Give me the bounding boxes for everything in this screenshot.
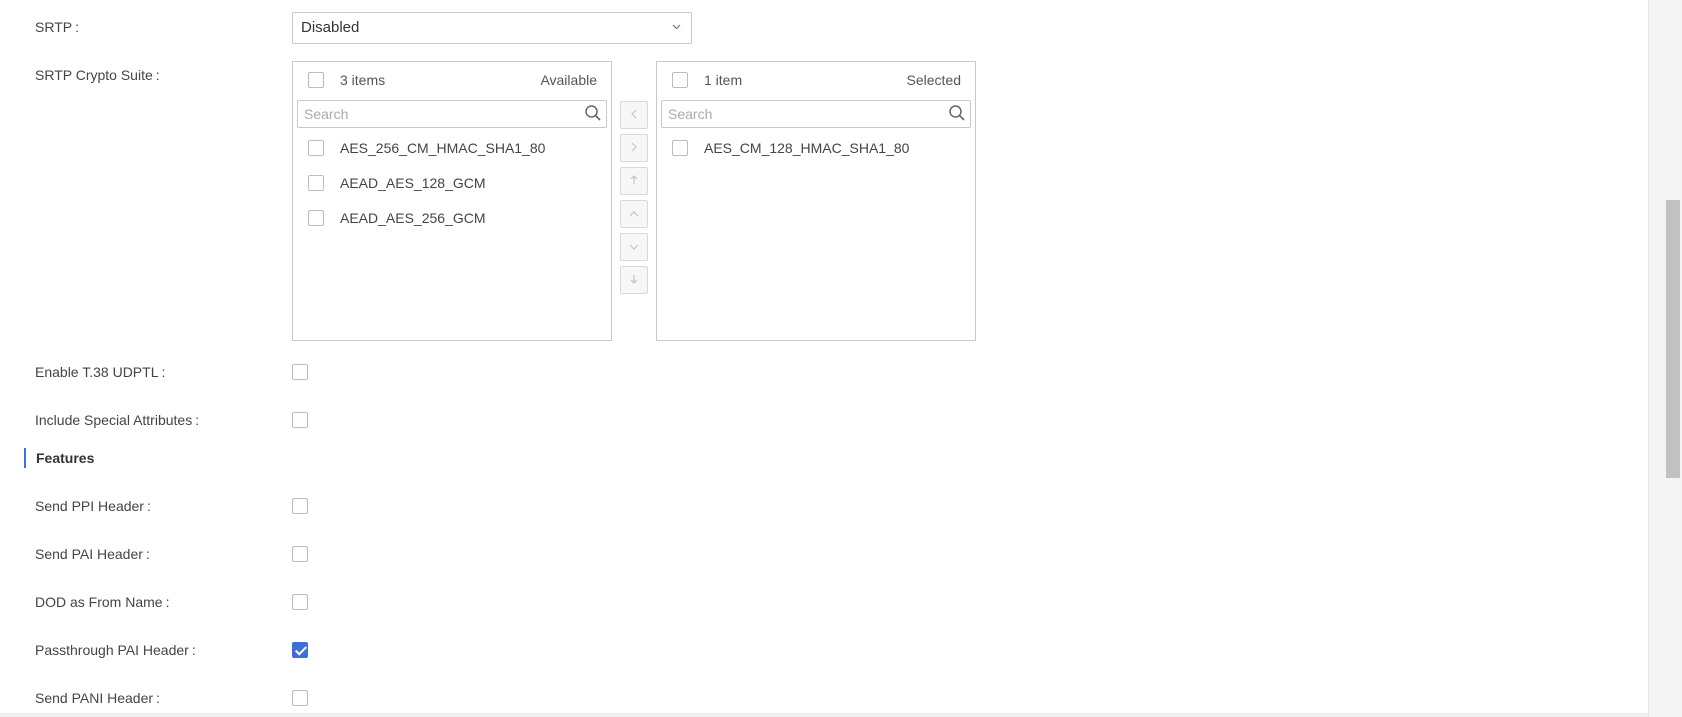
available-search-input[interactable] bbox=[304, 105, 554, 123]
selected-count: 1 item bbox=[704, 72, 743, 88]
send-pai-label: Send PAI Header: bbox=[35, 546, 150, 562]
available-panel-header: 3 items Available bbox=[293, 62, 611, 98]
send-pani-label: Send PANI Header: bbox=[35, 690, 160, 706]
move-left-button[interactable] bbox=[620, 101, 648, 129]
item-label: AES_256_CM_HMAC_SHA1_80 bbox=[340, 140, 546, 156]
selected-list-item[interactable]: AES_CM_128_HMAC_SHA1_80 bbox=[657, 133, 975, 163]
available-search-box bbox=[297, 100, 607, 128]
enable-t38-checkbox[interactable] bbox=[292, 364, 308, 380]
settings-page: SRTP: Disabled SRTP Crypto Suite: 3 item… bbox=[0, 0, 1648, 713]
item-label: AES_CM_128_HMAC_SHA1_80 bbox=[704, 140, 910, 156]
colon: : bbox=[75, 19, 79, 35]
selected-search-box bbox=[661, 100, 971, 128]
colon: : bbox=[156, 690, 160, 706]
available-list-item[interactable]: AEAD_AES_256_GCM bbox=[293, 203, 611, 233]
colon: : bbox=[146, 498, 151, 514]
item-label: AEAD_AES_128_GCM bbox=[340, 175, 486, 191]
arrow-down-icon bbox=[630, 275, 638, 284]
crypto-suite-label: SRTP Crypto Suite: bbox=[35, 67, 160, 83]
features-section-title: Features bbox=[24, 448, 94, 468]
send-pai-label-text: Send PAI Header bbox=[35, 546, 143, 562]
item-checkbox[interactable] bbox=[672, 140, 688, 156]
passthrough-pai-label-text: Passthrough PAI Header bbox=[35, 642, 189, 658]
include-special-checkbox[interactable] bbox=[292, 412, 308, 428]
search-icon[interactable] bbox=[948, 104, 966, 127]
passthrough-pai-label: Passthrough PAI Header: bbox=[35, 642, 196, 658]
srtp-label-text: SRTP bbox=[35, 19, 73, 35]
dod-from-name-label-text: DOD as From Name bbox=[35, 594, 163, 610]
available-list-item[interactable]: AEAD_AES_128_GCM bbox=[293, 168, 611, 198]
transfer-available-panel: 3 items Available AES_256_CM_HMAC_SHA1_8… bbox=[292, 61, 612, 341]
available-title: Available bbox=[540, 72, 597, 88]
transfer-selected-panel: 1 item Selected AES_CM_128_HMAC_SHA1_80 bbox=[656, 61, 976, 341]
search-icon[interactable] bbox=[584, 104, 602, 127]
selected-title: Selected bbox=[906, 72, 961, 88]
chevron-right-icon bbox=[631, 142, 637, 152]
available-count: 3 items bbox=[340, 72, 386, 88]
chevron-down-icon bbox=[629, 244, 639, 250]
passthrough-pai-checkbox[interactable] bbox=[292, 642, 308, 658]
enable-t38-label: Enable T.38 UDPTL: bbox=[35, 364, 165, 380]
send-ppi-checkbox[interactable] bbox=[292, 498, 308, 514]
move-right-button[interactable] bbox=[620, 134, 648, 162]
srtp-label: SRTP: bbox=[35, 19, 79, 35]
send-ppi-label-text: Send PPI Header bbox=[35, 498, 144, 514]
move-up-button[interactable] bbox=[620, 200, 648, 228]
selected-select-all-checkbox[interactable] bbox=[672, 72, 688, 88]
item-checkbox[interactable] bbox=[308, 175, 324, 191]
colon: : bbox=[155, 67, 160, 83]
send-pani-label-text: Send PANI Header bbox=[35, 690, 154, 706]
chevron-up-icon bbox=[629, 211, 639, 217]
enable-t38-label-text: Enable T.38 UDPTL bbox=[35, 364, 159, 380]
chevron-left-icon bbox=[631, 109, 637, 119]
colon: : bbox=[145, 546, 150, 562]
include-special-label: Include Special Attributes: bbox=[35, 412, 199, 428]
colon: : bbox=[161, 364, 166, 380]
colon: : bbox=[191, 642, 196, 658]
move-top-button[interactable] bbox=[620, 167, 648, 195]
move-bottom-button[interactable] bbox=[620, 266, 648, 294]
include-special-label-text: Include Special Attributes bbox=[35, 412, 193, 428]
colon: : bbox=[195, 412, 200, 428]
dod-from-name-checkbox[interactable] bbox=[292, 594, 308, 610]
item-checkbox[interactable] bbox=[308, 210, 324, 226]
available-select-all-checkbox[interactable] bbox=[308, 72, 324, 88]
srtp-select-value: Disabled bbox=[301, 19, 360, 36]
send-pai-checkbox[interactable] bbox=[292, 546, 308, 562]
item-checkbox[interactable] bbox=[308, 140, 324, 156]
srtp-select[interactable]: Disabled bbox=[292, 12, 692, 44]
send-pani-checkbox[interactable] bbox=[292, 690, 308, 706]
dod-from-name-label: DOD as From Name: bbox=[35, 594, 169, 610]
scrollbar-thumb[interactable] bbox=[1666, 200, 1680, 478]
chevron-down-icon bbox=[672, 21, 681, 33]
colon: : bbox=[165, 594, 170, 610]
crypto-suite-label-text: SRTP Crypto Suite bbox=[35, 67, 153, 83]
send-ppi-label: Send PPI Header: bbox=[35, 498, 151, 514]
features-title-text: Features bbox=[36, 450, 95, 466]
move-down-button[interactable] bbox=[620, 233, 648, 261]
item-label: AEAD_AES_256_GCM bbox=[340, 210, 486, 226]
selected-panel-header: 1 item Selected bbox=[657, 62, 975, 98]
selected-search-input[interactable] bbox=[668, 105, 918, 123]
arrow-up-icon bbox=[630, 175, 638, 184]
available-list-item[interactable]: AES_256_CM_HMAC_SHA1_80 bbox=[293, 133, 611, 163]
